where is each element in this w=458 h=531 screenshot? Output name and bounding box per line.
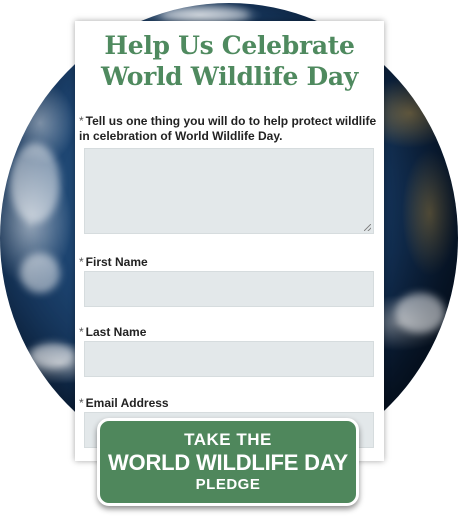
form-title: Help Us Celebrate World Wildlife Day — [75, 21, 384, 92]
email-label-text: Email Address — [85, 396, 169, 410]
resize-handle-icon[interactable] — [364, 224, 371, 231]
email-label: * Email Address — [79, 396, 378, 411]
required-marker: * — [79, 114, 84, 128]
first-name-label: * First Name — [79, 255, 378, 270]
form-title-line1: Help Us Celebrate — [104, 31, 355, 60]
pledge-form-card: Help Us Celebrate World Wildlife Day * Te… — [75, 21, 384, 461]
pledge-button-line2: WORLD WILDLIFE DAY — [107, 450, 348, 475]
take-pledge-button[interactable]: TAKE THE WORLD WILDLIFE DAY PLEDGE — [97, 418, 359, 506]
pledge-button-line3: PLEDGE — [195, 476, 261, 493]
cloud-shape — [20, 253, 60, 293]
required-marker: * — [79, 325, 84, 339]
required-marker: * — [79, 255, 84, 269]
last-name-input[interactable] — [84, 341, 374, 377]
form-title-line2: World Wildlife Day — [100, 62, 359, 91]
pledge-button-line1: TAKE THE — [184, 430, 272, 449]
pledge-question-text-line1: Tell us one thing you will do to help pr… — [85, 114, 377, 128]
cloud-shape — [395, 293, 445, 333]
pledge-question-label: * Tell us one thing you will do to help p… — [79, 114, 378, 144]
first-name-label-text: First Name — [85, 255, 148, 269]
cloud-shape — [10, 143, 60, 223]
last-name-label: * Last Name — [79, 325, 378, 340]
first-name-input[interactable] — [84, 271, 374, 307]
page: Help Us Celebrate World Wildlife Day * Te… — [0, 0, 458, 531]
last-name-label-text: Last Name — [85, 325, 147, 339]
pledge-textarea[interactable] — [84, 148, 374, 234]
required-marker: * — [79, 396, 84, 410]
pledge-question-text-line2: in celebration of World Wildlife Day. — [79, 129, 283, 143]
cloud-shape — [30, 343, 75, 368]
